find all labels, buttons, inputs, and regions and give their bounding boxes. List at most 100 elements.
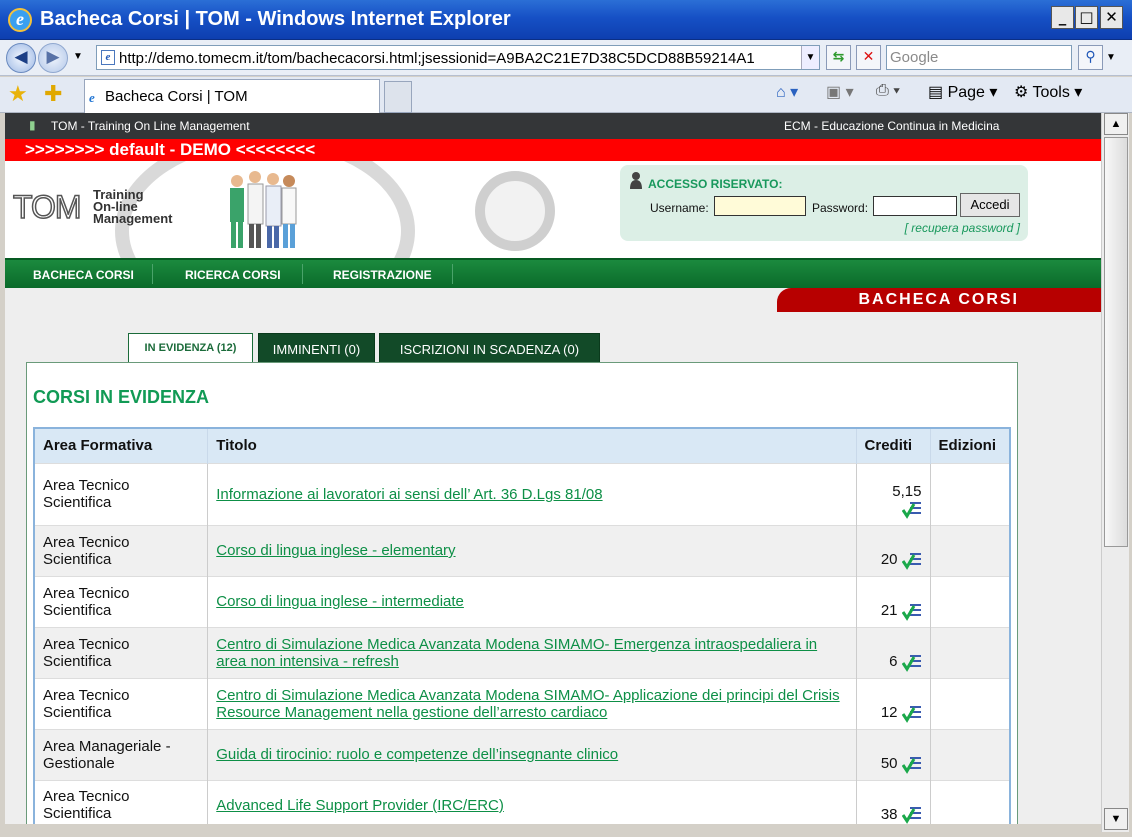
user-icon <box>630 172 642 189</box>
tom-logo: TOM <box>12 188 82 226</box>
enroll-check-icon[interactable] <box>901 603 922 621</box>
column-header-titolo: Titolo <box>207 428 857 463</box>
credits-value: 38 <box>880 805 898 823</box>
table-row: Area Tecnico Scientifica Centro di Simul… <box>33 626 1010 678</box>
close-window-button[interactable]: ✕ <box>1100 6 1123 29</box>
search-options-icon[interactable]: ▼ <box>1106 52 1116 63</box>
credits-cell: 50 <box>855 728 930 780</box>
editions-cell <box>929 728 1010 780</box>
tools-menu[interactable]: ⚙ Tools ▾ <box>1014 82 1082 102</box>
title-cell: Guida di tirocinio: ruolo e competenze d… <box>207 728 857 780</box>
panel-title: CORSI IN EVIDENZA <box>33 387 210 407</box>
favorites-star-icon[interactable]: ★ <box>8 80 28 108</box>
table-row: Area Tecnico Scientifica Informazione ai… <box>33 462 1010 525</box>
tools-menu-label: Tools <box>1032 84 1070 101</box>
window-titlebar: e Bacheca Corsi | TOM - Windows Internet… <box>0 0 1132 40</box>
search-icon[interactable]: ⚲ <box>1078 45 1103 70</box>
main-navigation: BACHECA CORSI RICERCA CORSI REGISTRAZION… <box>5 258 1101 288</box>
section-title: BACHECA CORSI <box>858 291 1019 308</box>
address-dropdown-icon[interactable]: ▼ <box>801 46 819 69</box>
minimize-button[interactable]: _ <box>1051 6 1074 29</box>
demo-banner: >>>>>>>> default - DEMO <<<<<<<< <box>5 139 1101 161</box>
enroll-check-icon[interactable] <box>901 552 922 570</box>
course-link[interactable]: Centro di Simulazione Medica Avanzata Mo… <box>216 636 817 670</box>
page-viewport: ▮ TOM - Training On Line Management ECM … <box>5 113 1101 824</box>
nav-registrazione[interactable]: REGISTRAZIONE <box>333 268 432 282</box>
refresh-button[interactable]: ⇆ <box>826 45 851 70</box>
browser-tab[interactable]: e Bacheca Corsi | TOM <box>84 79 380 113</box>
column-header-edizioni: Edizioni <box>929 428 1010 463</box>
recover-password-link[interactable]: [ recupera password ] <box>905 221 1020 235</box>
site-header: TOM Training On-line Management ACCESSO … <box>5 161 1101 258</box>
page-icon: ▤ <box>928 84 944 101</box>
search-input[interactable]: Google <box>886 45 1072 70</box>
enroll-check-icon[interactable] <box>901 501 922 519</box>
site-top-strip: ▮ TOM - Training On Line Management ECM … <box>5 113 1101 139</box>
login-button[interactable]: Accedi <box>960 193 1020 217</box>
course-link[interactable]: Centro di Simulazione Medica Avanzata Mo… <box>216 687 839 721</box>
page-menu[interactable]: ▤ Page ▾ <box>928 82 997 102</box>
url-input[interactable]: http://demo.tomecm.it/tom/bachecacorsi.h… <box>119 50 799 67</box>
username-label: Username: <box>650 201 709 215</box>
home-icon[interactable]: ⌂ ▾ <box>776 82 798 102</box>
editions-cell <box>929 575 1010 627</box>
command-bar: ★ ✚ e Bacheca Corsi | TOM ⌂ ▾ ▣ ▾ ⎙ ▾ ▤ … <box>0 77 1132 113</box>
new-tab-button[interactable] <box>384 81 412 113</box>
nav-bacheca-corsi[interactable]: BACHECA CORSI <box>33 268 134 282</box>
credits-cell: 21 <box>855 575 930 627</box>
history-dropdown-icon[interactable]: ▼ <box>73 51 83 62</box>
credits-value: 12 <box>880 704 898 722</box>
credits-value: 20 <box>880 551 898 569</box>
course-link[interactable]: Informazione ai lavoratori ai sensi dell… <box>216 486 602 503</box>
forward-button[interactable]: ▶ <box>38 43 68 73</box>
area-cell: Area Manageriale - Gestionale <box>33 728 208 780</box>
credits-value: 5,15 <box>892 483 922 501</box>
add-favorites-icon[interactable]: ✚ <box>44 80 62 108</box>
scrollbar-thumb[interactable] <box>1104 137 1128 547</box>
enroll-check-icon[interactable] <box>901 756 922 774</box>
credits-cell: 38 <box>855 779 930 824</box>
credits-value: 50 <box>880 755 898 773</box>
tab-iscrizioni-in-scadenza[interactable]: ISCRIZIONI IN SCADENZA (0) <box>379 333 600 363</box>
nav-separator <box>152 264 153 284</box>
back-button[interactable]: ◀ <box>6 43 36 73</box>
feeds-icon[interactable]: ▣ ▾ <box>826 82 854 102</box>
courses-table: Area Formativa Titolo Crediti Edizioni A… <box>33 427 1011 824</box>
window-bottom-edge <box>0 824 1101 837</box>
section-header: BACHECA CORSI <box>777 288 1101 312</box>
logo-line-management: Management <box>93 211 173 226</box>
scroll-down-arrow-icon[interactable]: ▼ <box>1104 808 1128 830</box>
vertical-scrollbar[interactable]: ▲ ▼ <box>1101 113 1129 832</box>
area-cell: Area Tecnico Scientifica <box>33 575 208 627</box>
area-cell: Area Tecnico Scientifica <box>33 626 208 678</box>
scroll-up-arrow-icon[interactable]: ▲ <box>1104 113 1128 135</box>
area-cell: Area Tecnico Scientifica <box>33 524 208 576</box>
maximize-button[interactable]: □ <box>1075 6 1098 29</box>
title-cell: Advanced Life Support Provider (IRC/ERC) <box>207 779 857 824</box>
login-box: ACCESSO RISERVATO: Username: Password: A… <box>620 165 1028 241</box>
username-field[interactable] <box>714 196 806 216</box>
table-row: Area Tecnico Scientifica Corso di lingua… <box>33 575 1010 627</box>
stop-button[interactable]: ✕ <box>856 45 881 70</box>
enroll-check-icon[interactable] <box>901 806 922 824</box>
enroll-check-icon[interactable] <box>901 654 922 672</box>
tab-in-evidenza[interactable]: IN EVIDENZA (12) <box>128 333 253 363</box>
gear-icon: ⚙ <box>1014 84 1029 101</box>
area-cell: Area Tecnico Scientifica <box>33 677 208 729</box>
course-link[interactable]: Advanced Life Support Provider (IRC/ERC) <box>216 797 504 814</box>
area-cell: Area Tecnico Scientifica <box>33 779 208 824</box>
address-bar[interactable]: e http://demo.tomecm.it/tom/bachecacorsi… <box>96 45 820 70</box>
course-link[interactable]: Corso di lingua inglese - elementary <box>216 542 455 559</box>
title-cell: Centro di Simulazione Medica Avanzata Mo… <box>207 626 857 678</box>
course-link[interactable]: Guida di tirocinio: ruolo e competenze d… <box>216 746 618 763</box>
table-header-row: Area Formativa Titolo Crediti Edizioni <box>33 428 1010 463</box>
password-field[interactable] <box>873 196 957 216</box>
person-icon: ▮ <box>29 118 36 132</box>
print-icon[interactable]: ⎙ ▾ <box>876 82 900 100</box>
editions-cell <box>929 524 1010 576</box>
enroll-check-icon[interactable] <box>901 705 922 723</box>
title-cell: Informazione ai lavoratori ai sensi dell… <box>207 462 857 525</box>
tab-imminenti[interactable]: IMMINENTI (0) <box>258 333 375 363</box>
course-link[interactable]: Corso di lingua inglese - intermediate <box>216 593 464 610</box>
nav-ricerca-corsi[interactable]: RICERCA CORSI <box>185 268 281 282</box>
